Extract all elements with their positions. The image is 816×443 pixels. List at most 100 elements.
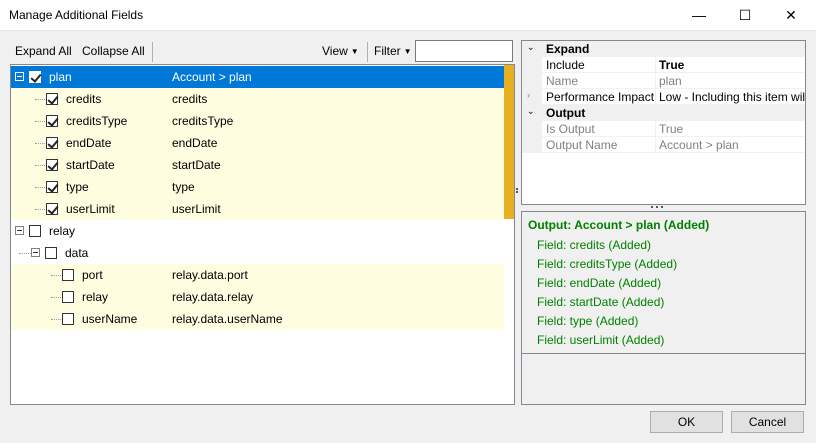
tree-row-label: port — [82, 268, 103, 282]
tree-row[interactable]: port relay.data.port — [11, 264, 504, 286]
tree-row-label: userLimit — [66, 202, 115, 216]
checkbox[interactable] — [46, 203, 58, 215]
tree-row-relay[interactable]: relay — [11, 220, 504, 242]
checkbox[interactable] — [62, 291, 74, 303]
checkbox-data[interactable] — [45, 247, 57, 259]
splitter-grip-icon[interactable] — [516, 188, 519, 196]
splitter-grip-icon[interactable] — [651, 206, 665, 209]
view-dropdown[interactable]: View ▼ — [322, 44, 359, 58]
tree-row-data[interactable]: data — [11, 242, 504, 264]
tree-row-value: type — [172, 180, 195, 194]
checkbox-relay[interactable] — [29, 225, 41, 237]
expand-all-button[interactable]: Expand All — [15, 44, 72, 58]
tree-row-label: data — [65, 246, 89, 260]
tree-row-label: creditsType — [66, 114, 128, 128]
cancel-button[interactable]: Cancel — [731, 411, 804, 433]
output-line: Field: credits (Added) — [537, 238, 652, 252]
output-line: Field: type (Added) — [537, 314, 639, 328]
category-expand[interactable]: ⌄ Expand — [522, 41, 805, 57]
tree-row[interactable]: endDate endDate — [11, 132, 504, 154]
checkbox[interactable] — [46, 181, 58, 193]
minimize-button[interactable]: — — [676, 0, 722, 30]
checkbox[interactable] — [46, 93, 58, 105]
category-output[interactable]: ⌄ Output — [522, 105, 805, 121]
checkbox[interactable] — [46, 137, 58, 149]
collapse-icon[interactable] — [15, 226, 24, 235]
tree-row-label: relay — [82, 290, 109, 304]
tree-row-label: userName — [82, 312, 138, 326]
window-title: Manage Additional Fields — [9, 8, 144, 22]
chevron-down-icon[interactable]: ⌄ — [527, 106, 535, 117]
tree-row-value: endDate — [172, 136, 218, 150]
tree-row[interactable]: creditsType creditsType — [11, 110, 504, 132]
filter-dropdown[interactable]: Filter ▼ — [374, 44, 412, 58]
property-name: Name — [546, 74, 579, 88]
tree-row[interactable]: credits credits — [11, 88, 504, 110]
property-row-name[interactable]: Name plan — [522, 73, 805, 89]
checkbox-plan[interactable] — [29, 71, 41, 83]
tree-row-plan[interactable]: plan Account > plan — [11, 66, 504, 88]
property-value: True — [659, 122, 684, 136]
property-name: Include — [546, 58, 585, 72]
category-label: Expand — [546, 42, 590, 56]
checkbox[interactable] — [46, 115, 58, 127]
tree-row[interactable]: userName relay.data.userName — [11, 308, 504, 330]
tree-row-value: Account > plan — [172, 70, 252, 84]
caret-down-icon: ▼ — [350, 47, 359, 57]
tree-row[interactable]: userLimit userLimit — [11, 198, 504, 220]
chevron-right-icon[interactable]: › — [527, 90, 530, 100]
property-value[interactable]: True — [659, 58, 805, 72]
checkbox[interactable] — [46, 159, 58, 171]
scroll-marker — [504, 65, 514, 219]
collapse-all-button[interactable]: Collapse All — [82, 44, 145, 58]
tree-row-value: credits — [172, 92, 208, 106]
filter-input[interactable] — [415, 40, 513, 62]
tree-row[interactable]: startDate startDate — [11, 154, 504, 176]
output-line: Field: creditsType (Added) — [537, 257, 678, 271]
tree-row-label: credits — [66, 92, 102, 106]
title-bar: Manage Additional Fields — ☐ ✕ — [0, 0, 816, 31]
tree-row[interactable]: relay relay.data.relay — [11, 286, 504, 308]
tree-row-value: relay.data.userName — [172, 312, 283, 326]
maximize-button[interactable]: ☐ — [722, 0, 768, 30]
property-row-output-name[interactable]: Output Name Account > plan — [522, 137, 805, 153]
tree-row[interactable]: type type — [11, 176, 504, 198]
tree-row-value: userLimit — [172, 202, 221, 216]
close-icon: ✕ — [785, 6, 797, 23]
collapse-icon[interactable] — [31, 248, 40, 257]
tree-row-value: relay.data.relay — [172, 290, 254, 304]
collapse-icon[interactable] — [15, 72, 24, 81]
property-row-performance-impact[interactable]: › Performance Impact Low - Including thi… — [522, 89, 805, 105]
category-label: Output — [546, 106, 586, 120]
toolbar-separator — [152, 42, 153, 62]
caret-down-icon: ▼ — [403, 47, 412, 57]
tree-row-label: startDate — [66, 158, 115, 172]
property-value: plan — [659, 74, 682, 88]
tree-row-value: creditsType — [172, 114, 234, 128]
output-summary: Output: Account > plan (Added) Field: cr… — [521, 211, 806, 354]
tree-row-label: plan — [49, 70, 72, 84]
property-grid[interactable]: ⌄ Expand Include True Name plan › Perfor… — [521, 40, 806, 205]
filter-label: Filter — [374, 44, 401, 58]
output-line: Field: endDate (Added) — [537, 276, 662, 290]
property-row-include[interactable]: Include True — [522, 57, 805, 73]
property-name: Performance Impact — [546, 90, 655, 104]
property-name: Is Output — [546, 122, 595, 136]
chevron-down-icon[interactable]: ⌄ — [527, 42, 535, 53]
field-tree[interactable]: plan Account > plan credits credits cred… — [10, 64, 515, 405]
checkbox[interactable] — [62, 313, 74, 325]
description-panel — [521, 353, 806, 405]
property-value: Low - Including this item will have — [659, 90, 805, 104]
ok-button[interactable]: OK — [650, 411, 723, 433]
close-button[interactable]: ✕ — [768, 0, 814, 30]
tree-row-value: startDate — [172, 158, 221, 172]
property-row-is-output[interactable]: Is Output True — [522, 121, 805, 137]
toolbar: Expand All Collapse All View ▼ Filter ▼ — [10, 40, 513, 64]
tree-row-value: relay.data.port — [172, 268, 248, 282]
view-label: View — [322, 44, 348, 58]
output-line: Field: userLimit (Added) — [537, 333, 665, 347]
property-value: Account > plan — [659, 138, 739, 152]
checkbox[interactable] — [62, 269, 74, 281]
tree-row-label: type — [66, 180, 89, 194]
minimize-icon: — — [692, 7, 706, 23]
